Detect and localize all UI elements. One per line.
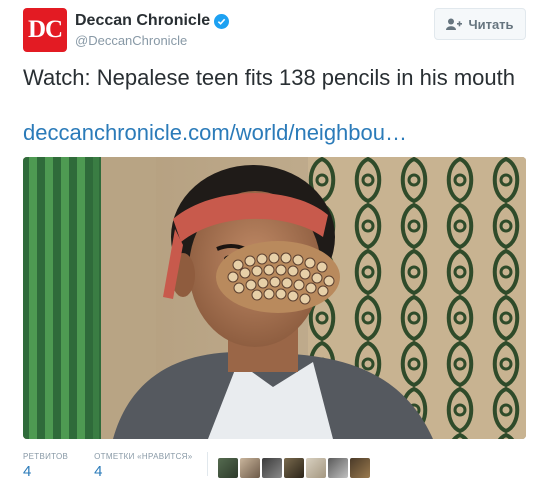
likes-count[interactable]: 4 (94, 464, 192, 479)
tweet-text: Watch: Nepalese teen fits 138 pencils in… (23, 65, 516, 90)
account-name-row[interactable]: Deccan Chronicle (75, 12, 230, 30)
retweets-label: РЕТВИТОВ (23, 452, 69, 461)
stats-divider (207, 452, 208, 476)
tweet-media-image[interactable] (23, 157, 526, 439)
verified-badge-icon (214, 13, 230, 29)
likers-avatars (218, 458, 370, 478)
retweets-count[interactable]: 4 (23, 464, 68, 479)
liker-avatar[interactable] (240, 458, 260, 478)
liker-avatar[interactable] (262, 458, 282, 478)
liker-avatar[interactable] (328, 458, 348, 478)
follow-button-label: Читать (468, 16, 514, 32)
liker-avatar[interactable] (306, 458, 326, 478)
account-name[interactable]: Deccan Chronicle (75, 12, 210, 30)
liker-avatar[interactable] (284, 458, 304, 478)
avatar[interactable]: DC (23, 8, 67, 52)
add-user-icon (446, 18, 463, 30)
liker-avatar[interactable] (350, 458, 370, 478)
likes-stat[interactable]: ОТМЕТКИ «НРАВИТСЯ» 4 (94, 452, 192, 479)
tweet-stats: РЕТВИТОВ 4 ОТМЕТКИ «НРАВИТСЯ» 4 (23, 452, 193, 479)
retweets-stat[interactable]: РЕТВИТОВ 4 (23, 452, 68, 479)
liker-avatar[interactable] (218, 458, 238, 478)
follow-button[interactable]: Читать (434, 8, 526, 40)
tweet-link[interactable]: deccanchronicle.com/world/neighbou… (23, 120, 407, 146)
account-handle[interactable]: @DeccanChronicle (75, 33, 229, 48)
likes-label: ОТМЕТКИ «НРАВИТСЯ» (94, 452, 193, 461)
tweet-header: DC Deccan Chronicle @DeccanChronicle Чит… (23, 8, 526, 52)
account-names: Deccan Chronicle @DeccanChronicle (75, 12, 230, 48)
